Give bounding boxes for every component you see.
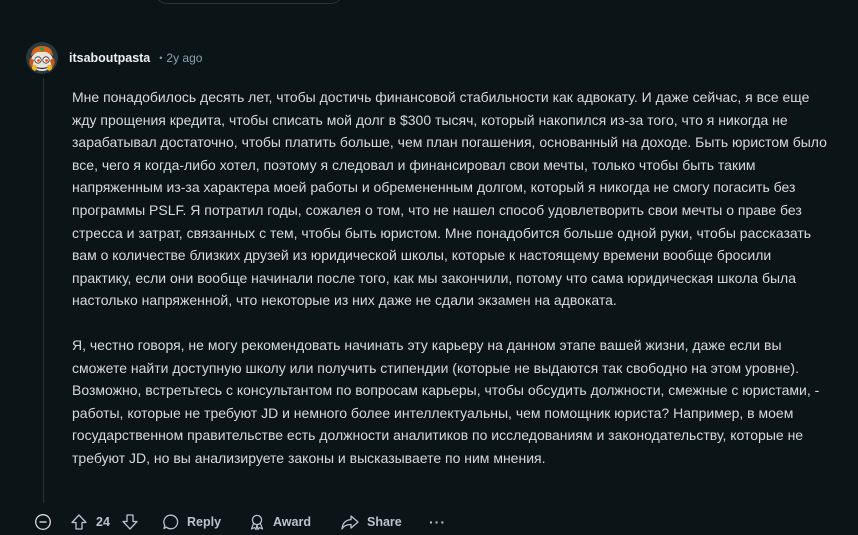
- share-arrow-icon: [341, 515, 359, 530]
- comment-header: itsaboutpasta • 2y ago: [26, 42, 202, 74]
- avatar-snoo-icon: [26, 42, 58, 74]
- comment-paragraph: Я, честно говоря, не могу рекомендовать …: [72, 336, 820, 466]
- collapse-minus-icon: [35, 514, 51, 530]
- downvote-button[interactable]: [121, 508, 139, 535]
- share-label: Share: [367, 515, 402, 529]
- collapse-button[interactable]: [34, 508, 52, 535]
- username-link[interactable]: itsaboutpasta: [69, 51, 150, 65]
- comment-body: Мне понадобилось десять лет, чтобы дости…: [72, 86, 834, 470]
- reply-button[interactable]: Reply: [162, 508, 221, 535]
- reply-bubble-icon: [163, 514, 179, 530]
- award-label: Award: [273, 515, 311, 529]
- share-button[interactable]: Share: [340, 508, 402, 535]
- more-options-button[interactable]: ···: [429, 508, 446, 535]
- reply-label: Reply: [187, 515, 222, 529]
- award-medal-icon: [250, 514, 264, 531]
- thread-line[interactable]: [43, 78, 44, 503]
- vote-count: 24: [96, 515, 110, 529]
- comment-paragraph: Мне понадобилось десять лет, чтобы дости…: [72, 89, 827, 309]
- comment-action-bar: 24 Reply Award Share ···: [0, 508, 858, 535]
- meta-separator: •: [159, 53, 163, 63]
- upvote-button[interactable]: [70, 508, 88, 535]
- downvote-arrow-icon: [122, 514, 138, 530]
- comment-page: itsaboutpasta • 2y ago Мне понадобилось …: [0, 0, 858, 535]
- user-avatar[interactable]: [26, 42, 58, 74]
- comment-timestamp[interactable]: 2y ago: [166, 51, 202, 65]
- previous-element-outline: [155, 0, 343, 4]
- more-options-icon: ···: [429, 514, 446, 530]
- award-button[interactable]: Award: [248, 508, 311, 535]
- upvote-arrow-icon: [71, 514, 87, 530]
